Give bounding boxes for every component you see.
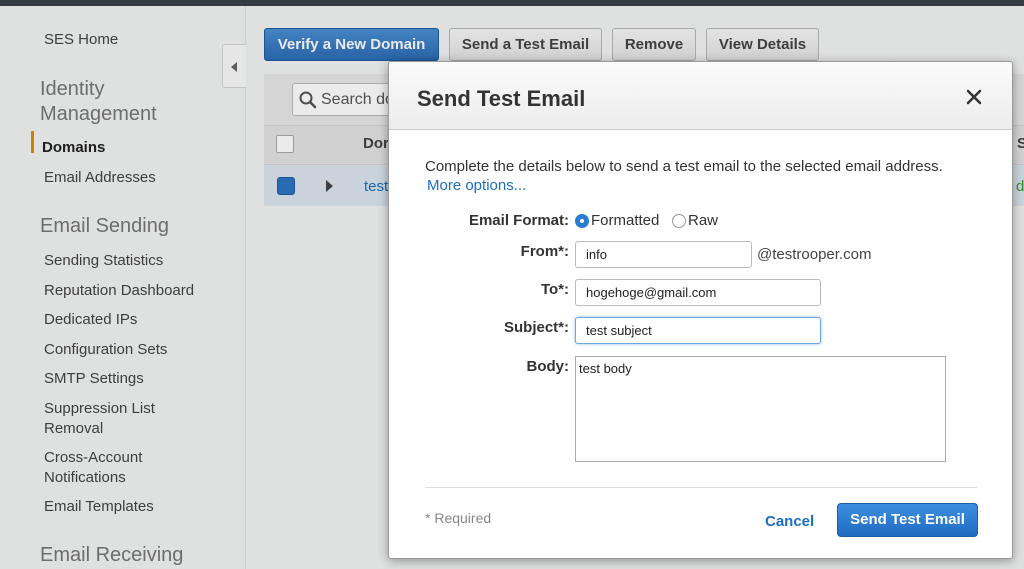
- format-raw-radio[interactable]: [672, 214, 686, 228]
- send-test-email-dialog: Send Test Email Complete the details bel…: [388, 61, 1013, 559]
- to-field[interactable]: hogehoge@gmail.com: [575, 279, 821, 306]
- from-field[interactable]: info: [575, 241, 752, 268]
- dialog-intro-text: Complete the details below to send a tes…: [425, 158, 943, 175]
- body-textarea[interactable]: test body: [575, 356, 946, 462]
- subject-label: Subject*:: [503, 319, 569, 336]
- send-test-email-submit-button[interactable]: Send Test Email: [837, 503, 978, 537]
- format-formatted-label[interactable]: Formatted: [591, 212, 659, 229]
- format-raw-label[interactable]: Raw: [688, 212, 718, 229]
- dialog-title: Send Test Email: [417, 86, 586, 111]
- from-domain-suffix: @testrooper.com: [757, 246, 872, 263]
- dialog-divider: [425, 487, 977, 488]
- close-icon[interactable]: [963, 86, 985, 108]
- cancel-button[interactable]: Cancel: [765, 513, 814, 530]
- required-note: * Required: [425, 510, 492, 526]
- from-label: From*:: [520, 243, 569, 260]
- to-label: To*:: [540, 281, 569, 298]
- email-format-label: Email Format:: [468, 212, 569, 229]
- format-formatted-radio[interactable]: [575, 214, 589, 228]
- more-options-link[interactable]: More options...: [427, 177, 526, 194]
- body-label: Body:: [526, 358, 570, 375]
- subject-field[interactable]: test subject: [575, 317, 821, 344]
- dialog-header: Send Test Email: [389, 62, 1012, 130]
